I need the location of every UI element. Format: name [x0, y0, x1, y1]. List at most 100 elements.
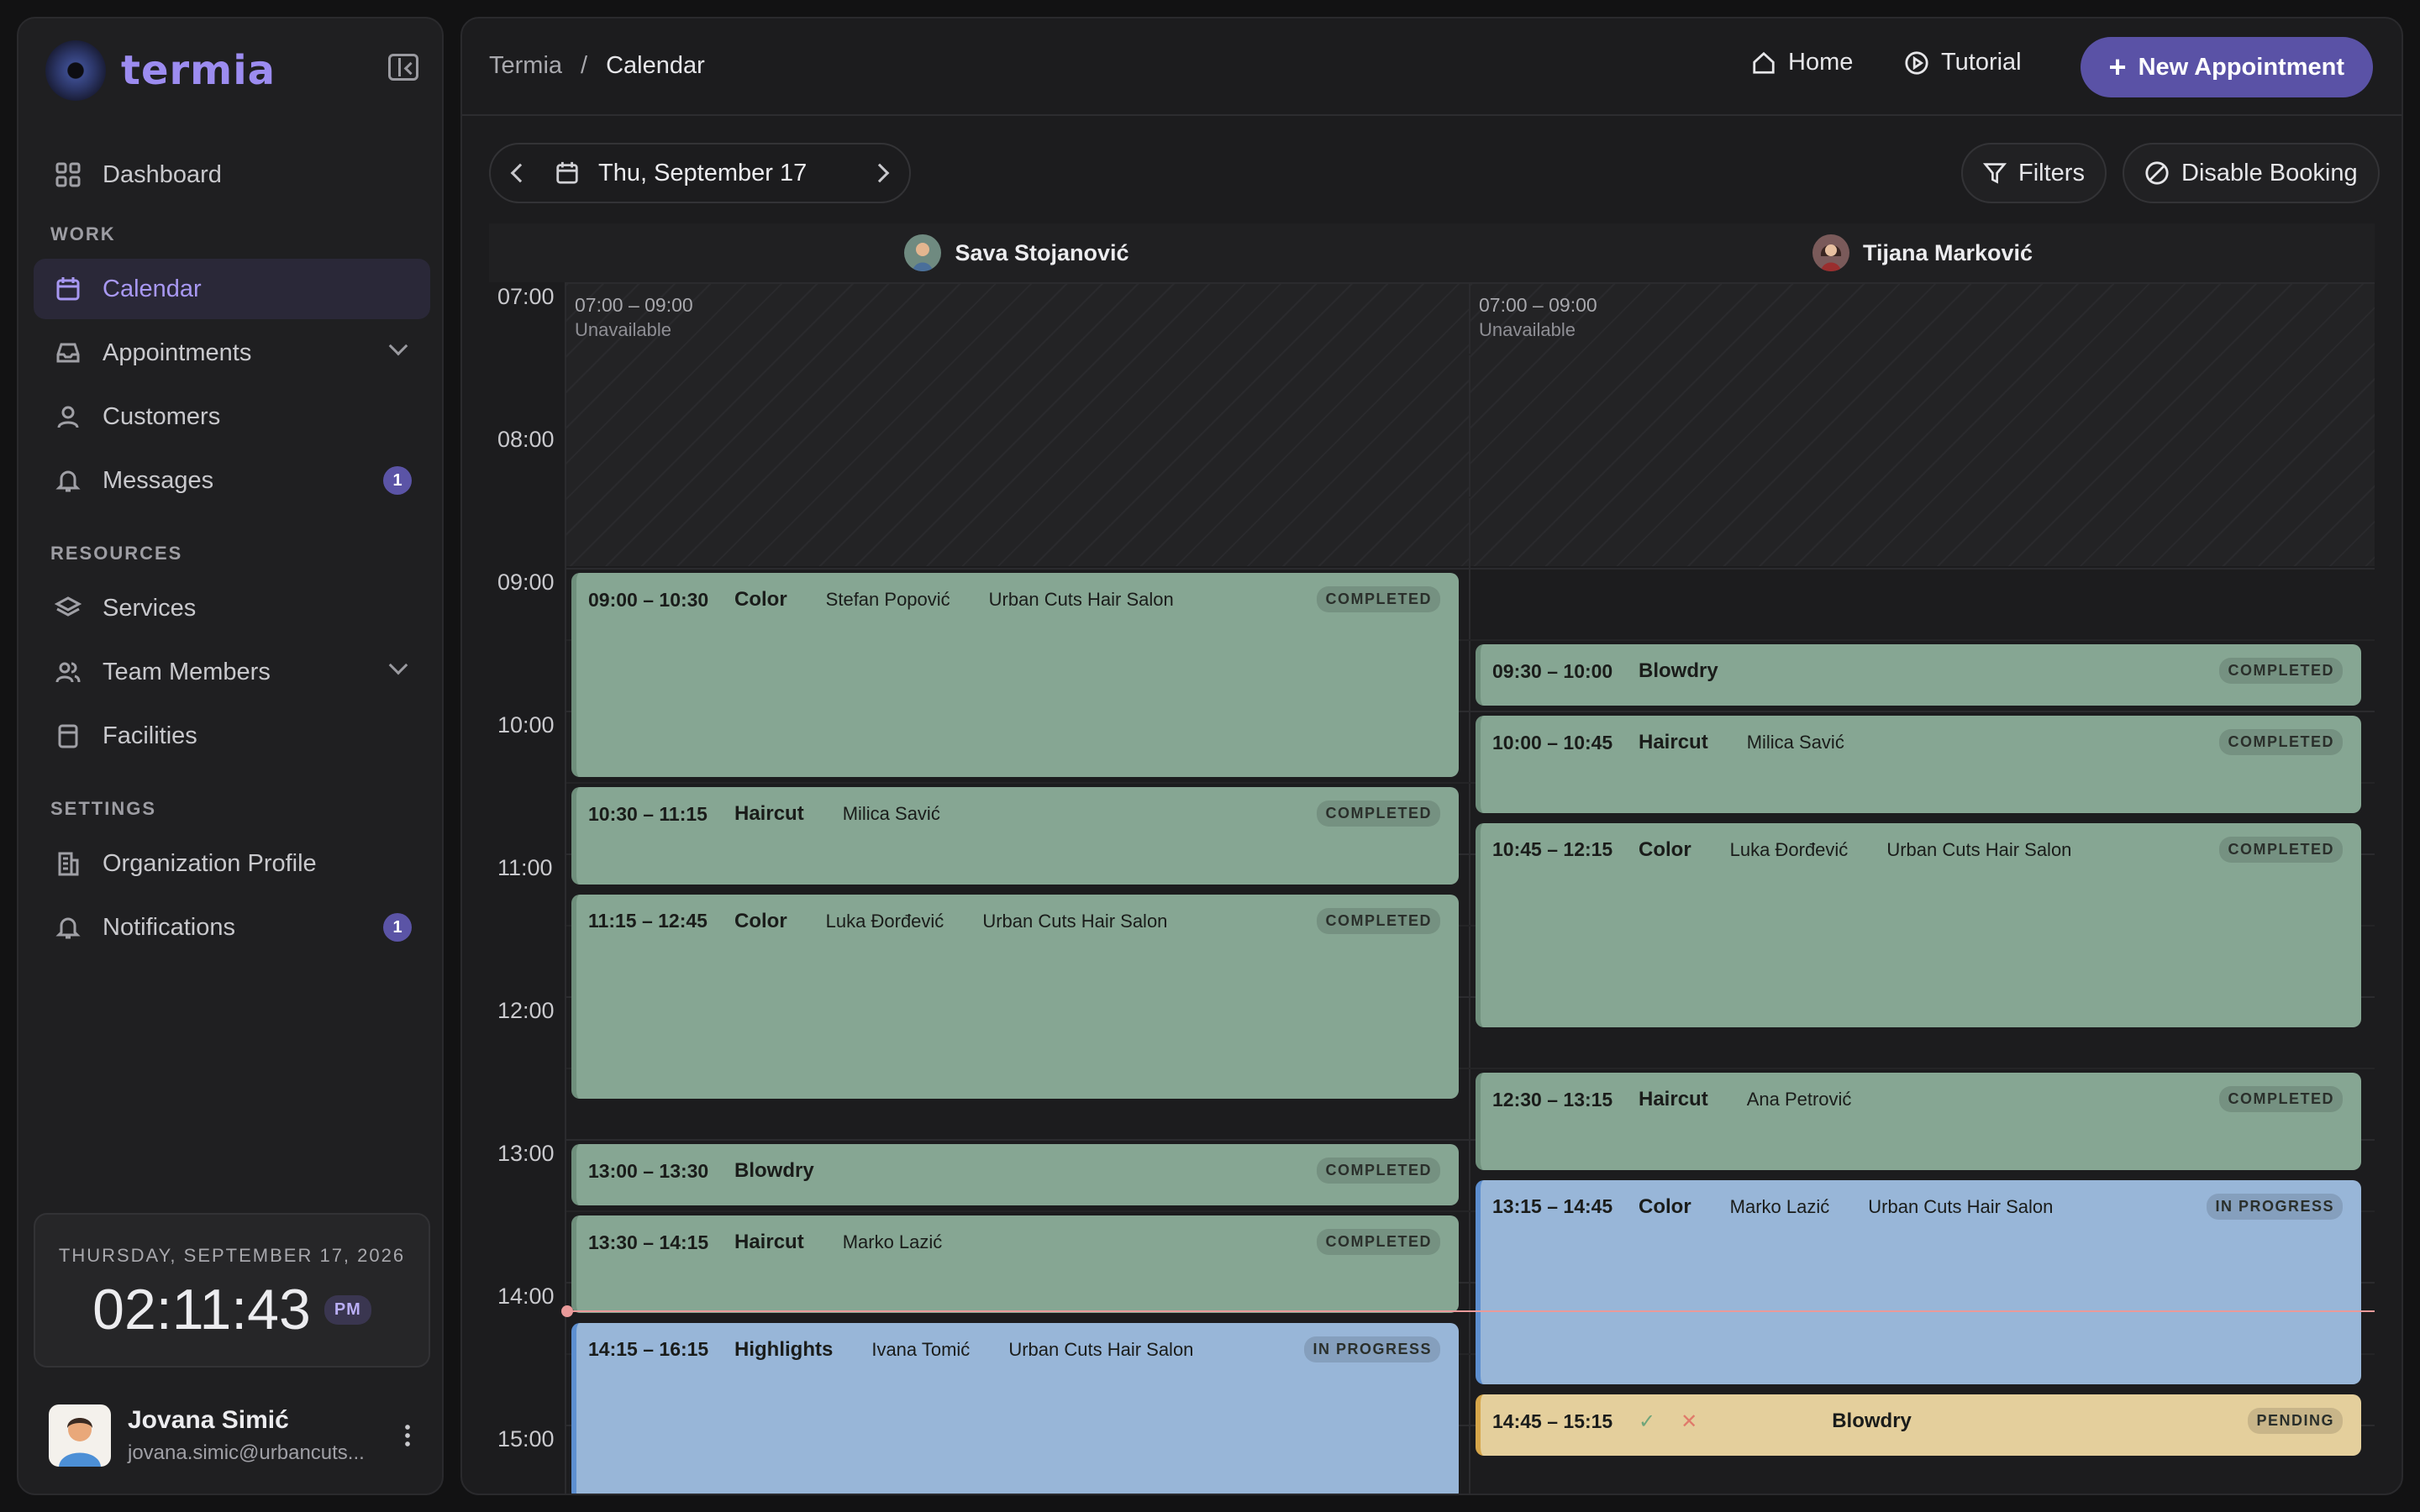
logo[interactable]: termia — [45, 40, 276, 101]
status-badge: COMPLETED — [2219, 729, 2343, 755]
appointment-customer: Milica Savić — [1746, 732, 1844, 753]
appointment-time: 10:00 – 10:45 — [1492, 731, 1613, 753]
hour-line — [566, 568, 2375, 570]
logo-icon — [45, 40, 106, 101]
appointment-time: 09:30 – 10:00 — [1492, 659, 1613, 682]
appointment-customer: Stefan Popović — [825, 589, 950, 610]
status-badge: IN PROGRESS — [1304, 1336, 1440, 1362]
staff-name: Tijana Marković — [1862, 239, 2033, 265]
appointment-card[interactable]: 10:00 – 10:45 Haircut Milica Savić COMPLETE… — [1476, 716, 2361, 813]
column-header-tijana[interactable]: Tijana Marković — [1470, 223, 2375, 282]
avatar — [49, 1404, 111, 1467]
appointment-card[interactable]: 09:00 – 10:30 Color Stefan Popović Urban Cu… — [571, 573, 1459, 777]
close-icon[interactable]: ✕ — [1681, 1410, 1697, 1434]
appointment-time: 12:30 – 13:15 — [1492, 1088, 1613, 1110]
status-badge: IN PROGRESS — [2207, 1193, 2343, 1220]
disable-booking-label: Disable Booking — [2181, 159, 2358, 186]
home-button[interactable]: Home — [1751, 49, 1853, 76]
chevron-right-icon — [870, 163, 890, 183]
column-header-sava[interactable]: Sava Stojanović — [565, 223, 1469, 282]
sidebar-item-label: Calendar — [103, 275, 202, 302]
sidebar-item-messages[interactable]: Messages 1 — [34, 450, 430, 511]
unavailable-block: 07:00 – 09:00 Unavailable — [1470, 284, 2375, 566]
sidebar-item-notifications[interactable]: Notifications 1 — [34, 897, 430, 958]
sidebar-item-label: Appointments — [103, 339, 252, 366]
breadcrumb-root[interactable]: Termia — [489, 52, 562, 80]
new-appointment-button[interactable]: + New Appointment — [2080, 37, 2373, 97]
user-profile[interactable]: Jovana Simić jovana.simic@urbancuts... — [34, 1398, 430, 1473]
status-badge: COMPLETED — [1317, 801, 1440, 827]
appointment-time: 13:30 – 14:15 — [588, 1231, 709, 1253]
chevron-down-icon[interactable] — [388, 655, 408, 675]
appointment-time: 14:15 – 16:15 — [588, 1338, 709, 1360]
hour-label: 09:00 — [497, 570, 555, 595]
user-name: Jovana Simić — [128, 1406, 289, 1434]
building-icon — [54, 849, 82, 878]
appointment-card[interactable]: 12:30 – 13:15 Haircut Ana Petrović COMPLETE… — [1476, 1073, 2361, 1170]
play-circle-icon — [1905, 50, 1928, 75]
appointment-customer: Ana Petrović — [1746, 1089, 1852, 1110]
appointment-card[interactable]: 14:45 – 15:15 ✓ ✕ Blowdry PENDING — [1476, 1394, 2361, 1456]
appointment-card[interactable]: 13:30 – 14:15 Haircut Marko Lazić COMPLETED — [571, 1215, 1459, 1313]
user-icon — [54, 402, 82, 431]
topbar: Termia / Calendar Home Tutorial + New Ap… — [462, 18, 2402, 116]
appointment-customer: Milica Savić — [842, 803, 940, 824]
hour-label: 08:00 — [497, 427, 555, 452]
clock-time: 02:11:43 PM — [35, 1277, 429, 1342]
sidebar-item-label: Customers — [103, 402, 221, 430]
appointment-card[interactable]: 13:15 – 14:45 Color Marko Lazić Urban Cuts … — [1476, 1179, 2361, 1384]
hour-label: 10:00 — [497, 712, 555, 738]
sidebar-item-facilities[interactable]: Facilities — [34, 706, 430, 766]
sidebar-item-dashboard[interactable]: Dashboard — [34, 144, 430, 205]
status-badge: COMPLETED — [2219, 1086, 2343, 1112]
filters-button[interactable]: Filters — [1961, 143, 2107, 203]
sidebar: termia Dashboard WORK Calendar Appointme… — [17, 17, 444, 1495]
sidebar-collapse-icon[interactable] — [388, 54, 418, 81]
appointment-card[interactable]: 14:15 – 16:15 Highlights Ivana Tomić Urban … — [571, 1322, 1459, 1494]
section-label-work: WORK — [50, 223, 116, 244]
filter-icon — [1983, 163, 2007, 184]
appointment-time: 10:30 – 11:15 — [588, 802, 708, 825]
home-icon — [1753, 51, 1775, 74]
disable-booking-button[interactable]: Disable Booking — [2123, 143, 2380, 203]
status-badge: COMPLETED — [2219, 658, 2343, 684]
appointment-card[interactable]: 11:15 – 12:45 Color Luka Đorđević Urban Cut… — [571, 894, 1459, 1099]
prev-day-button[interactable] — [491, 144, 550, 202]
clock-card: THURSDAY, SEPTEMBER 17, 2026 02:11:43 PM — [34, 1213, 430, 1368]
chevron-left-icon — [510, 163, 530, 183]
sidebar-item-organization-profile[interactable]: Organization Profile — [34, 833, 430, 894]
sidebar-item-customers[interactable]: Customers — [34, 386, 430, 447]
sidebar-item-calendar[interactable]: Calendar — [34, 259, 430, 319]
bell-icon — [54, 913, 82, 942]
clock-ampm: PM — [324, 1294, 371, 1325]
hour-label: 14:00 — [497, 1284, 555, 1309]
next-day-button[interactable] — [850, 144, 909, 202]
sidebar-item-team-members[interactable]: Team Members — [34, 642, 430, 702]
calendar-icon — [54, 275, 82, 303]
tutorial-label: Tutorial — [1941, 49, 2022, 76]
sidebar-item-services[interactable]: Services — [34, 578, 430, 638]
appointment-card[interactable]: 10:30 – 11:15 Haircut Milica Savić COMPLETE… — [571, 787, 1459, 885]
clock-date: THURSDAY, SEPTEMBER 17, 2026 — [58, 1245, 406, 1266]
sidebar-item-appointments[interactable]: Appointments — [34, 323, 430, 383]
appointment-card[interactable]: 13:00 – 13:30 Blowdry COMPLETED — [571, 1144, 1459, 1205]
appointment-service: Color — [1639, 837, 1691, 861]
more-vertical-icon[interactable] — [405, 1423, 410, 1446]
appointment-time: 11:15 – 12:45 — [588, 910, 708, 932]
chevron-down-icon[interactable] — [388, 336, 408, 356]
current-date[interactable]: Thu, September 17 — [598, 160, 850, 187]
archive-icon — [54, 722, 82, 750]
hour-label: 12:00 — [497, 998, 555, 1023]
appointment-card[interactable]: 09:30 – 10:00 Blowdry COMPLETED — [1476, 644, 2361, 706]
appointment-time: 14:45 – 15:15 — [1492, 1410, 1613, 1432]
check-icon[interactable]: ✓ — [1639, 1410, 1655, 1434]
hour-label: 15:00 — [497, 1426, 555, 1452]
avatar — [904, 234, 942, 271]
appointment-row: 14:45 – 15:15 ✓ ✕ Blowdry — [1492, 1410, 2349, 1434]
messages-badge: 1 — [383, 466, 412, 495]
tutorial-button[interactable]: Tutorial — [1904, 49, 2022, 76]
appointment-card[interactable]: 10:45 – 12:15 Color Luka Đorđević Urban Cut… — [1476, 822, 2361, 1027]
hour-label: 07:00 — [497, 284, 555, 309]
layers-icon — [54, 594, 82, 622]
appointment-time: 10:45 – 12:15 — [1492, 838, 1613, 860]
